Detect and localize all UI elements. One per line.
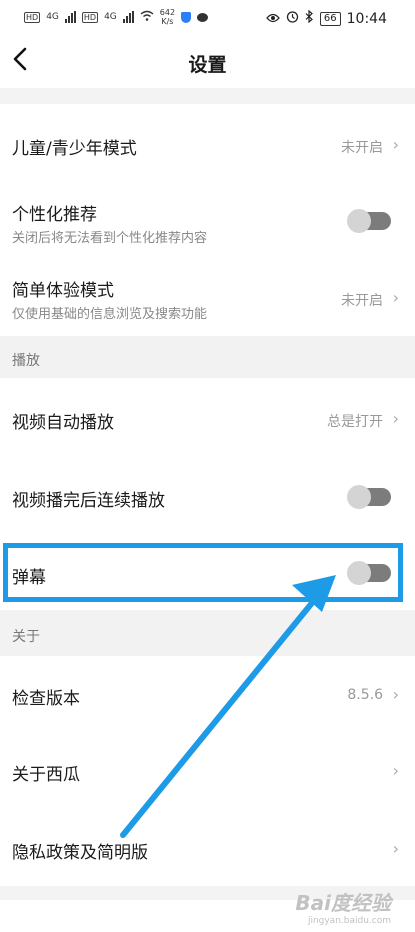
annotation-arrow [120, 575, 336, 838]
watermark-logo: Bai度经验 jingyan.baidu.com [295, 887, 391, 926]
watermark-url: jingyan.baidu.com [307, 916, 391, 926]
watermark-title: Bai度经验 [295, 891, 391, 915]
